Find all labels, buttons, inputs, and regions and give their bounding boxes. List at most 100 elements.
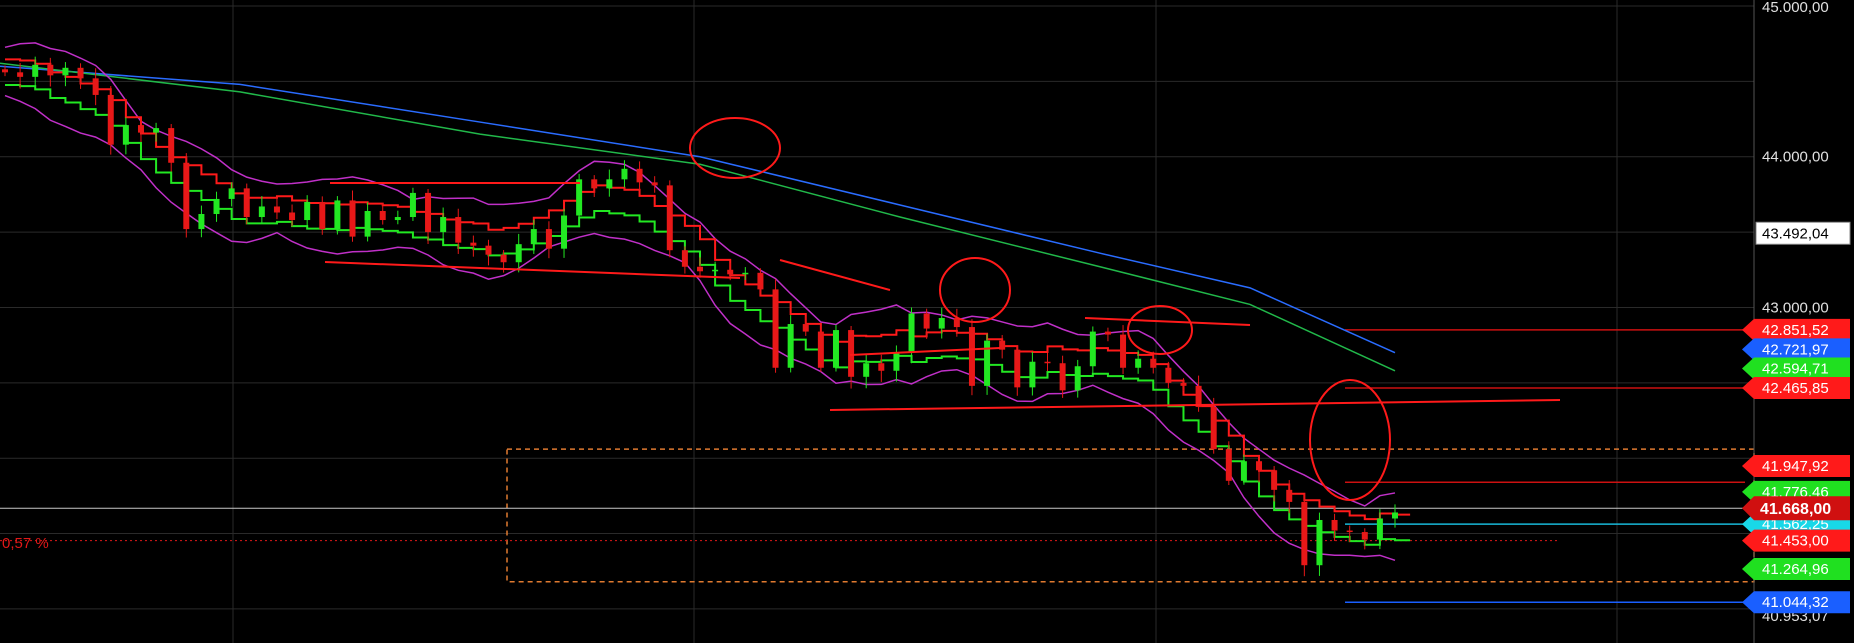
candle-body bbox=[1392, 512, 1398, 519]
percent-label: 0,57 % bbox=[2, 535, 49, 552]
candle-body bbox=[802, 324, 809, 332]
price-tick-label: 44.000,00 bbox=[1762, 149, 1829, 166]
candle-body bbox=[2, 69, 8, 73]
candle-body bbox=[243, 188, 250, 218]
candle-body bbox=[606, 179, 613, 189]
candle-body bbox=[17, 72, 24, 77]
candle-body bbox=[908, 313, 915, 353]
candle-body bbox=[334, 200, 341, 230]
candle-body bbox=[77, 67, 84, 79]
candle-body bbox=[1376, 518, 1383, 540]
candle-body bbox=[1301, 501, 1308, 566]
candle-body bbox=[938, 318, 945, 329]
candle-body bbox=[727, 269, 734, 275]
candle-body bbox=[1361, 532, 1368, 540]
price-marker-label: 42.594,71 bbox=[1762, 361, 1829, 378]
candle-body bbox=[213, 198, 220, 215]
candle-body bbox=[666, 185, 673, 251]
candle-body bbox=[530, 229, 537, 245]
candle-body bbox=[379, 210, 386, 221]
candlestick-chart: 45.000,0044.000,0043.000,0040.953,0743.4… bbox=[0, 0, 1854, 643]
candle-body bbox=[1225, 449, 1232, 481]
candle-body bbox=[1059, 363, 1066, 391]
candle-body bbox=[968, 327, 975, 386]
candle-body bbox=[1014, 349, 1021, 388]
candle-body bbox=[923, 313, 930, 329]
candle-body bbox=[681, 250, 688, 267]
candle-body bbox=[817, 331, 824, 368]
candle-body bbox=[409, 192, 416, 218]
candle-body bbox=[440, 217, 447, 233]
candle-body bbox=[47, 64, 54, 76]
candle-body bbox=[168, 128, 175, 163]
candle-body bbox=[198, 214, 205, 230]
candle-body bbox=[1104, 331, 1111, 335]
candle-body bbox=[1029, 361, 1036, 388]
current-price-label: 41.668,00 bbox=[1760, 501, 1831, 518]
candle-body bbox=[92, 78, 99, 95]
candle-body bbox=[349, 200, 356, 237]
price-marker: 43.492,04 bbox=[1755, 221, 1851, 245]
candle-body bbox=[984, 340, 991, 386]
price-marker-label: 42.465,85 bbox=[1762, 380, 1829, 397]
candle-body bbox=[273, 206, 280, 213]
candle-body bbox=[1256, 461, 1263, 471]
candle-body bbox=[712, 269, 719, 272]
candle-body bbox=[576, 179, 583, 216]
price-marker-label: 41.453,00 bbox=[1762, 533, 1829, 550]
candle-body bbox=[878, 363, 885, 371]
candle-body bbox=[742, 272, 749, 275]
candle-body bbox=[394, 217, 401, 221]
price-marker: 41.264,96 bbox=[1742, 557, 1850, 580]
candle-body bbox=[258, 206, 265, 218]
candle-body bbox=[1331, 519, 1338, 531]
candle-body bbox=[999, 340, 1006, 350]
candle-body bbox=[228, 188, 235, 199]
candle-body bbox=[832, 330, 839, 368]
price-marker-label: 43.492,04 bbox=[1762, 225, 1829, 242]
candle-body bbox=[893, 352, 900, 371]
candle-body bbox=[1150, 358, 1157, 368]
candle-body bbox=[1180, 382, 1187, 386]
price-marker: 42.851,52 bbox=[1742, 318, 1850, 341]
price-tick-label: 45.000,00 bbox=[1762, 0, 1829, 16]
candle-body bbox=[485, 245, 492, 255]
candle-body bbox=[183, 162, 190, 230]
candle-body bbox=[636, 168, 643, 183]
candle-body bbox=[1165, 367, 1172, 383]
candle-body bbox=[1195, 385, 1202, 407]
candle-body bbox=[848, 330, 855, 377]
candle-body bbox=[122, 125, 129, 145]
candle-body bbox=[364, 210, 371, 237]
price-marker-label: 42.851,52 bbox=[1762, 322, 1829, 339]
candle-body bbox=[455, 217, 462, 243]
price-marker: 42.721,97 bbox=[1742, 338, 1850, 361]
price-marker: 41.453,00 bbox=[1742, 529, 1850, 552]
candle-body bbox=[1271, 470, 1278, 490]
price-marker: 41.947,92 bbox=[1742, 455, 1850, 478]
candle-body bbox=[757, 272, 764, 290]
candle-body bbox=[863, 363, 870, 377]
candle-body bbox=[137, 125, 144, 133]
price-marker: 42.594,71 bbox=[1742, 357, 1850, 380]
candle-body bbox=[470, 242, 477, 246]
candle-body bbox=[1210, 406, 1217, 450]
candle-body bbox=[591, 179, 598, 189]
candle-body bbox=[545, 229, 552, 249]
price-tick-label: 43.000,00 bbox=[1762, 299, 1829, 316]
candle-body bbox=[1120, 334, 1127, 368]
candle-body bbox=[1074, 366, 1081, 391]
candle-body bbox=[561, 215, 568, 249]
price-marker-label: 41.947,92 bbox=[1762, 458, 1829, 475]
candle-body bbox=[500, 254, 507, 263]
candle-body bbox=[1135, 358, 1142, 368]
candle-body bbox=[62, 67, 69, 76]
candle-body bbox=[1286, 489, 1293, 502]
price-marker: 41.044,32 bbox=[1742, 591, 1850, 614]
candle-body bbox=[107, 94, 114, 145]
price-marker: 42.465,85 bbox=[1742, 376, 1850, 399]
candle-body bbox=[651, 182, 658, 186]
candle-body bbox=[1240, 461, 1247, 481]
candle-body bbox=[772, 289, 779, 368]
candle-body bbox=[621, 168, 628, 180]
